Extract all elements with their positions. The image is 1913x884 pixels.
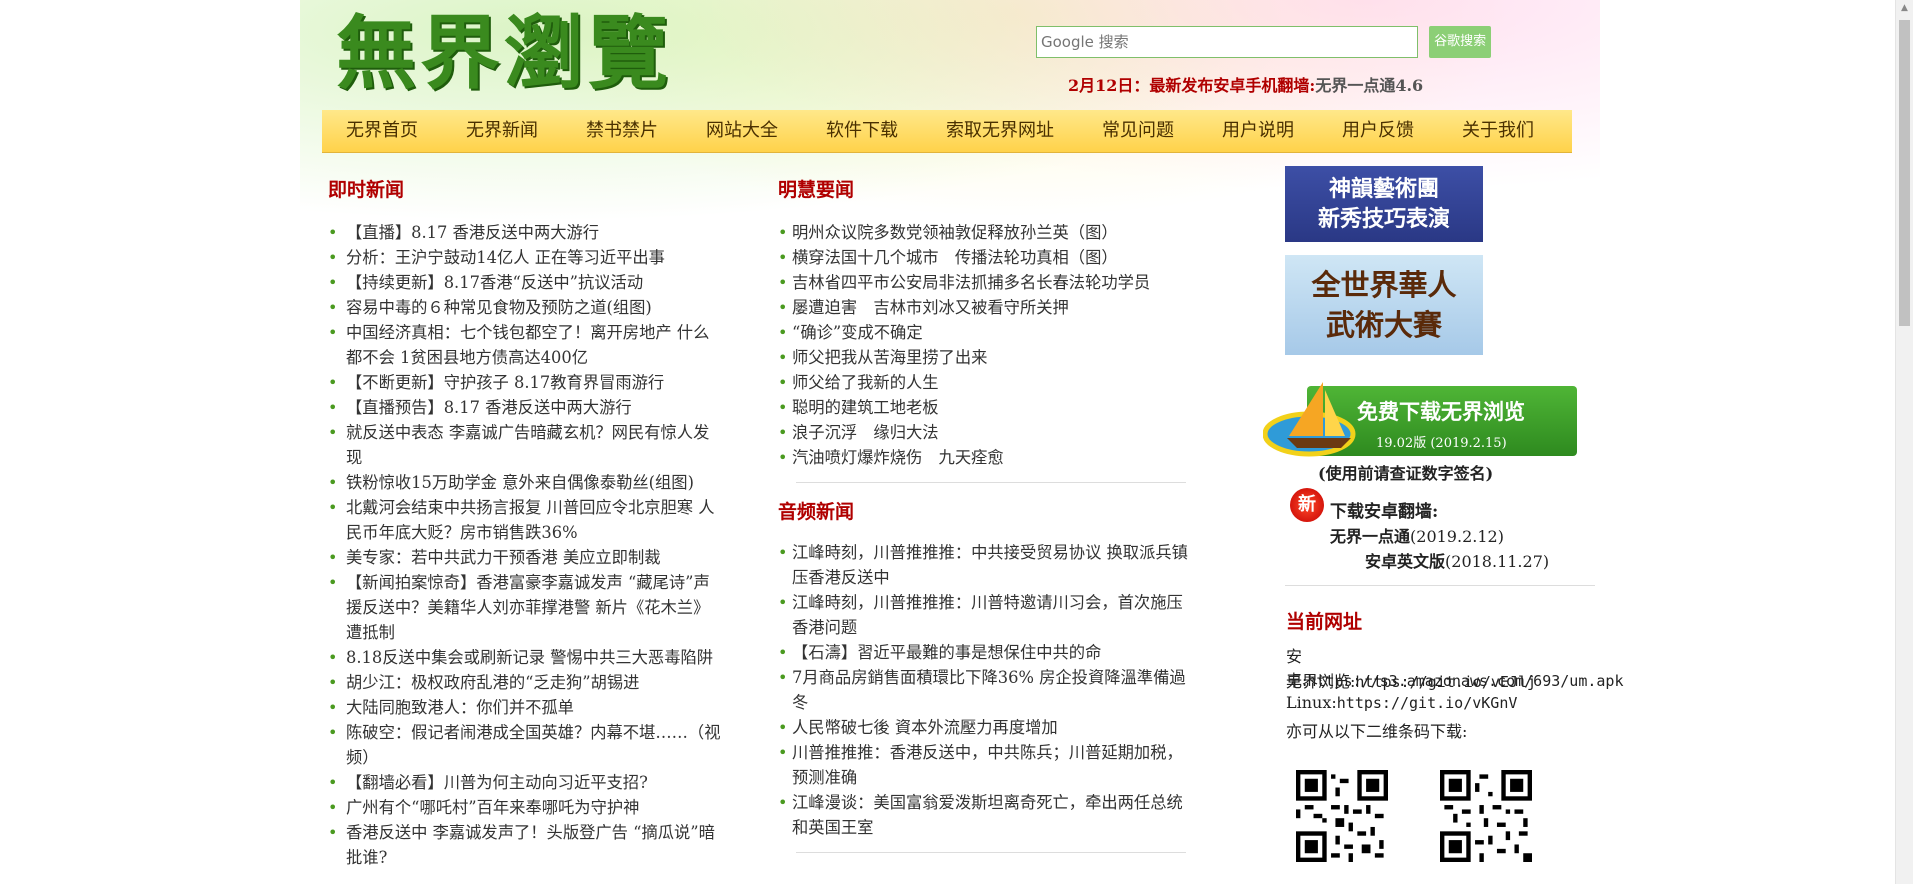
android-link-english[interactable]: 安卓英文版(2018.11.27): [1365, 548, 1549, 572]
announcement-main: 2月12日：最新发布安卓手机翻墙:: [1068, 76, 1316, 95]
signature-note: (使用前请查证数字签名): [1318, 464, 1494, 483]
martial-arts-banner[interactable]: 全世界華人 武術大賽: [1285, 255, 1483, 355]
news-item[interactable]: 川普推推推：香港反送中，中共陈兵；川普延期加税，预测准确: [778, 740, 1198, 790]
nav-item-home[interactable]: 无界首页: [322, 110, 442, 152]
search-input[interactable]: [1036, 26, 1418, 58]
news-item[interactable]: 汽油喷灯爆炸烧伤 九天痊愈: [778, 445, 1198, 470]
news-item[interactable]: 【石濤】習近平最難的事是想保住中共的命: [778, 640, 1198, 665]
news-item[interactable]: 铁粉惊收15万助学金 意外来自偶像泰勒丝(组图): [328, 470, 723, 495]
link-label: 无界一点通: [1330, 527, 1411, 546]
news-item[interactable]: 容易中毒的６种常见食物及预防之道(组图): [328, 295, 723, 320]
search-box: 谷歌搜索: [1036, 26, 1492, 58]
minghui-list: 明州众议院多数党领袖敦促释放孙兰英（图） 横穿法国十几个城市 传播法轮功真相（图…: [778, 220, 1198, 470]
news-item[interactable]: 人民幣破七後 資本外流壓力再度增加: [778, 715, 1198, 740]
new-badge-icon: 新: [1290, 488, 1324, 522]
sailboat-logo-icon: [1263, 382, 1356, 457]
section-divider: [796, 852, 1186, 853]
news-item[interactable]: 江峰時刻，川普推推推：中共接受贸易协议 换取派兵镇压香港反送中: [778, 540, 1198, 590]
news-item[interactable]: 分析：王沪宁鼓动14亿人 正在等习近平出事: [328, 245, 723, 270]
news-item[interactable]: 【直播】8.17 香港反送中两大游行: [328, 220, 723, 245]
news-item[interactable]: “确诊”变成不确定: [778, 320, 1198, 345]
qr-code-android-icon[interactable]: [1296, 770, 1388, 862]
nav-item-guide[interactable]: 用户说明: [1198, 110, 1318, 152]
news-item[interactable]: 明州众议院多数党领袖敦促释放孙兰英（图）: [778, 220, 1198, 245]
nav-item-get-url[interactable]: 索取无界网址: [922, 110, 1078, 152]
search-button[interactable]: 谷歌搜索: [1429, 26, 1492, 58]
nav-item-banned[interactable]: 禁书禁片: [562, 110, 682, 152]
news-item[interactable]: 香港反送中 李嘉诚发声了！头版登广告 “摘瓜说”暗批谁?: [328, 820, 723, 870]
news-item[interactable]: 广州有个“哪吒村”百年来奉哪吒为守护神: [328, 795, 723, 820]
scroll-thumb[interactable]: [1899, 20, 1910, 326]
announcement-tail: 无界一点通4.6: [1315, 76, 1424, 95]
url-browser[interactable]: 无界浏览:https://git.io/vEJlj: [1286, 668, 1536, 692]
news-item[interactable]: 北戴河会结束中共扬言报复 川普回应令北京胆寒 人民币年底大贬？房市销售跌36%: [328, 495, 723, 545]
news-item[interactable]: 师父把我从苦海里捞了出来: [778, 345, 1198, 370]
page-container: 無界瀏覽 谷歌搜索 2月12日：最新发布安卓手机翻墙:无界一点通4.6 无界首页…: [318, 0, 1623, 884]
breaking-news-column: 即时新闻 【直播】8.17 香港反送中两大游行 分析：王沪宁鼓动14亿人 正在等…: [328, 175, 723, 870]
news-item[interactable]: 江峰漫谈：美国富翁爱泼斯坦离奇死亡，牵出两任总统和英国王室: [778, 790, 1198, 840]
main-nav: 无界首页 无界新闻 禁书禁片 网站大全 软件下载 索取无界网址 常见问题 用户说…: [322, 110, 1572, 153]
android-download-title: 下载安卓翻墙:: [1330, 502, 1439, 522]
news-item[interactable]: 【翻墙必看】川普为何主动向习近平支招?: [328, 770, 723, 795]
news-item[interactable]: 陈破空：假记者闹港成全国英雄？内幕不堪……（视频）: [328, 720, 723, 770]
section-divider: [796, 482, 1186, 483]
url-label: Linux:: [1286, 693, 1337, 712]
news-item[interactable]: 屡遭迫害 吉林市刘冰又被看守所关押: [778, 295, 1198, 320]
url-value: https://git.io/vEJlj: [1355, 673, 1537, 691]
banner-line: 武術大賽: [1325, 308, 1442, 342]
news-item[interactable]: 8.18反送中集会或刷新记录 警惕中共三大恶毒陷阱: [328, 645, 723, 670]
url-value: https://git.io/vKGnV: [1336, 694, 1518, 712]
news-item[interactable]: 江峰時刻，川普推推推：川普特邀请川习会，首次施压香港问题: [778, 590, 1198, 640]
banner-line: 新秀技巧表演: [1317, 206, 1450, 232]
minghui-column: 明慧要闻 明州众议院多数党领袖敦促释放孙兰英（图） 横穿法国十几个城市 传播法轮…: [778, 175, 1198, 867]
url-linux[interactable]: Linux:https://git.io/vKGnV: [1286, 693, 1517, 712]
news-item[interactable]: 中国经济真相：七个钱包都空了！离开房地产 什么都不会 1贫困县地方债高达400亿: [328, 320, 723, 370]
news-item[interactable]: 美专家：若中共武力干预香港 美应立即制裁: [328, 545, 723, 570]
qr-code-browser-icon[interactable]: [1440, 770, 1532, 862]
news-item[interactable]: 吉林省四平市公安局非法抓捕多名长春法轮功学员: [778, 270, 1198, 295]
nav-item-sites[interactable]: 网站大全: [682, 110, 802, 152]
nav-item-news[interactable]: 无界新闻: [442, 110, 562, 152]
download-button[interactable]: 免费下载无界浏览 19.02版 (2019.2.15): [1263, 368, 1581, 457]
link-date: (2019.2.12): [1410, 527, 1504, 546]
minghui-heading: 明慧要闻: [778, 179, 855, 201]
link-date: (2018.11.27): [1445, 552, 1550, 571]
nav-item-faq[interactable]: 常见问题: [1078, 110, 1198, 152]
news-item[interactable]: 浪子沉浮 缘归大法: [778, 420, 1198, 445]
download-title: 免费下载无界浏览: [1357, 399, 1525, 424]
news-item[interactable]: 7月商品房銷售面積環比下降36% 房企投資降溫準備過冬: [778, 665, 1198, 715]
news-item[interactable]: 【不断更新】守护孩子 8.17教育界冒雨游行: [328, 370, 723, 395]
download-version: 19.02版 (2019.2.15): [1376, 436, 1507, 451]
announcement[interactable]: 2月12日：最新发布安卓手机翻墙:无界一点通4.6: [1068, 72, 1423, 96]
site-logo[interactable]: 無界瀏覽: [336, 8, 672, 98]
url-label: 无界浏览:: [1286, 672, 1356, 691]
section-divider: [1285, 585, 1595, 586]
android-link-yidiantong[interactable]: 无界一点通(2019.2.12): [1330, 523, 1504, 547]
scroll-up-icon[interactable]: ▲: [1896, 0, 1913, 17]
news-item[interactable]: 【直播预告】8.17 香港反送中两大游行: [328, 395, 723, 420]
news-item[interactable]: 【持续更新】8.17香港“反送中”抗议活动: [328, 270, 723, 295]
nav-item-about[interactable]: 关于我们: [1438, 110, 1558, 152]
vertical-scrollbar[interactable]: ▲: [1895, 0, 1913, 884]
news-item[interactable]: 横穿法国十几个城市 传播法轮功真相（图）: [778, 245, 1198, 270]
nav-item-downloads[interactable]: 软件下载: [802, 110, 922, 152]
audio-news-list: 江峰時刻，川普推推推：中共接受贸易协议 换取派兵镇压香港反送中 江峰時刻，川普推…: [778, 540, 1198, 840]
current-url-heading: 当前网址: [1286, 611, 1363, 633]
banner-line: 神韻藝術團: [1328, 176, 1439, 202]
news-item[interactable]: 就反送中表态 李嘉诚广告暗藏玄机？网民有惊人发现: [328, 420, 723, 470]
shenyun-banner[interactable]: 神韻藝術團 新秀技巧表演: [1285, 166, 1483, 242]
nav-item-feedback[interactable]: 用户反馈: [1318, 110, 1438, 152]
qr-note: 亦可从以下二维条码下载:: [1286, 722, 1468, 741]
breaking-news-heading: 即时新闻: [328, 179, 405, 201]
news-item[interactable]: 聪明的建筑工地老板: [778, 395, 1198, 420]
breaking-news-list: 【直播】8.17 香港反送中两大游行 分析：王沪宁鼓动14亿人 正在等习近平出事…: [328, 220, 723, 870]
news-item[interactable]: 【新闻拍案惊奇】香港富豪李嘉诚发声 “藏尾诗”声援反送中？美籍华人刘亦菲撑港警 …: [328, 570, 723, 645]
banner-line: 全世界華人: [1311, 268, 1457, 302]
audio-news-heading: 音频新闻: [778, 501, 855, 523]
news-item[interactable]: 大陆同胞致港人：你们并不孤单: [328, 695, 723, 720]
link-label: 安卓英文版: [1365, 552, 1446, 571]
news-item[interactable]: 胡少江：极权政府乱港的“乏走狗”胡锡进: [328, 670, 723, 695]
news-item[interactable]: 师父给了我新的人生: [778, 370, 1198, 395]
